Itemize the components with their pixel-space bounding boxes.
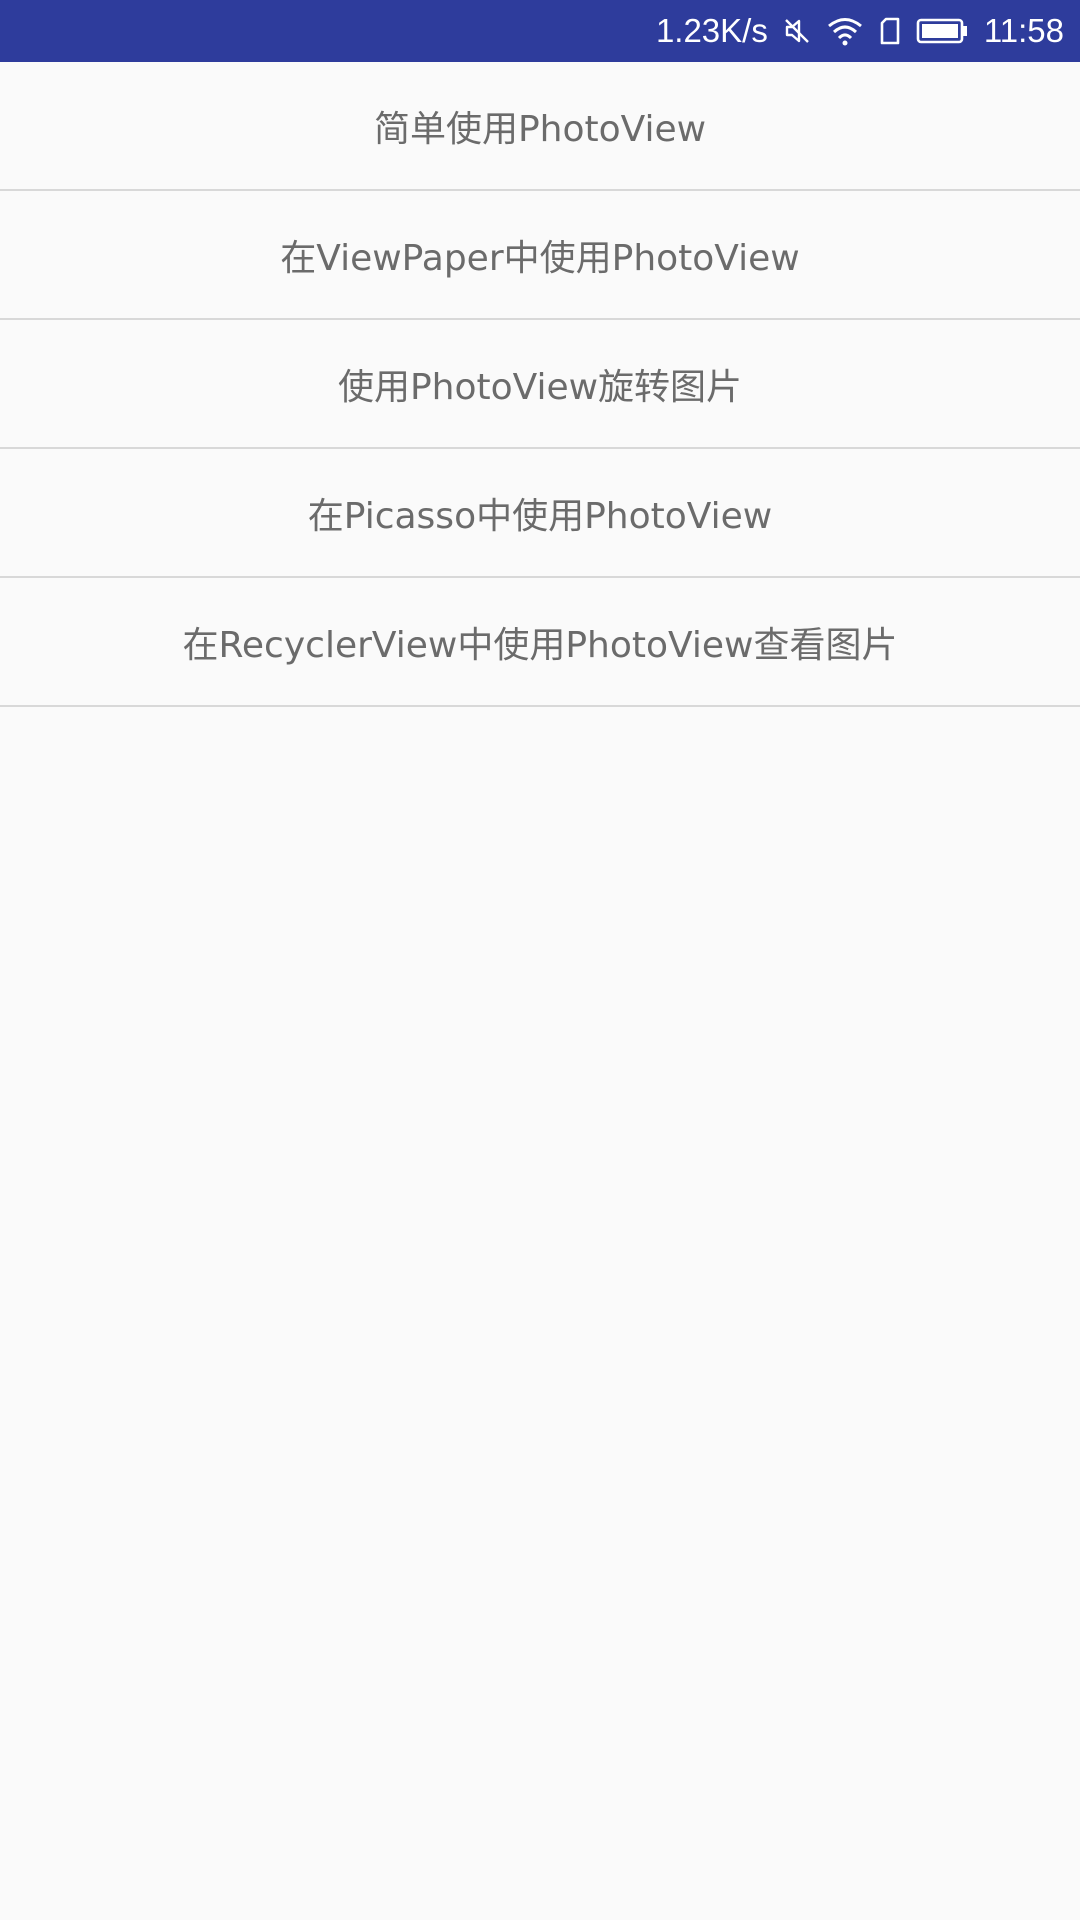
menu-item-label: 在ViewPaper中使用PhotoView bbox=[280, 237, 800, 279]
demo-menu-list: 简单使用PhotoView 在ViewPaper中使用PhotoView 使用P… bbox=[0, 62, 1080, 707]
app-screen: 1.23K/s 11:58 简单使用PhotoView 在ViewPaper中使… bbox=[0, 0, 1080, 1920]
menu-item-rotate-photoview[interactable]: 使用PhotoView旋转图片 bbox=[0, 320, 1080, 449]
menu-item-recyclerview-photoview[interactable]: 在RecyclerView中使用PhotoView查看图片 bbox=[0, 578, 1080, 707]
menu-item-label: 使用PhotoView旋转图片 bbox=[337, 366, 743, 408]
status-bar: 1.23K/s 11:58 bbox=[0, 0, 1080, 62]
menu-item-picasso-photoview[interactable]: 在Picasso中使用PhotoView bbox=[0, 449, 1080, 578]
wifi-icon bbox=[826, 0, 864, 62]
menu-item-simple-photoview[interactable]: 简单使用PhotoView bbox=[0, 62, 1080, 191]
mute-icon bbox=[782, 0, 812, 62]
menu-item-label: 简单使用PhotoView bbox=[373, 108, 707, 150]
menu-item-label: 在Picasso中使用PhotoView bbox=[307, 495, 773, 537]
menu-item-viewpager-photoview[interactable]: 在ViewPaper中使用PhotoView bbox=[0, 191, 1080, 320]
menu-item-label: 在RecyclerView中使用PhotoView查看图片 bbox=[182, 624, 898, 666]
network-speed: 1.23K/s bbox=[655, 12, 768, 49]
clock: 11:58 bbox=[983, 12, 1064, 49]
sim-card-icon bbox=[878, 0, 902, 62]
battery-icon bbox=[916, 0, 970, 62]
